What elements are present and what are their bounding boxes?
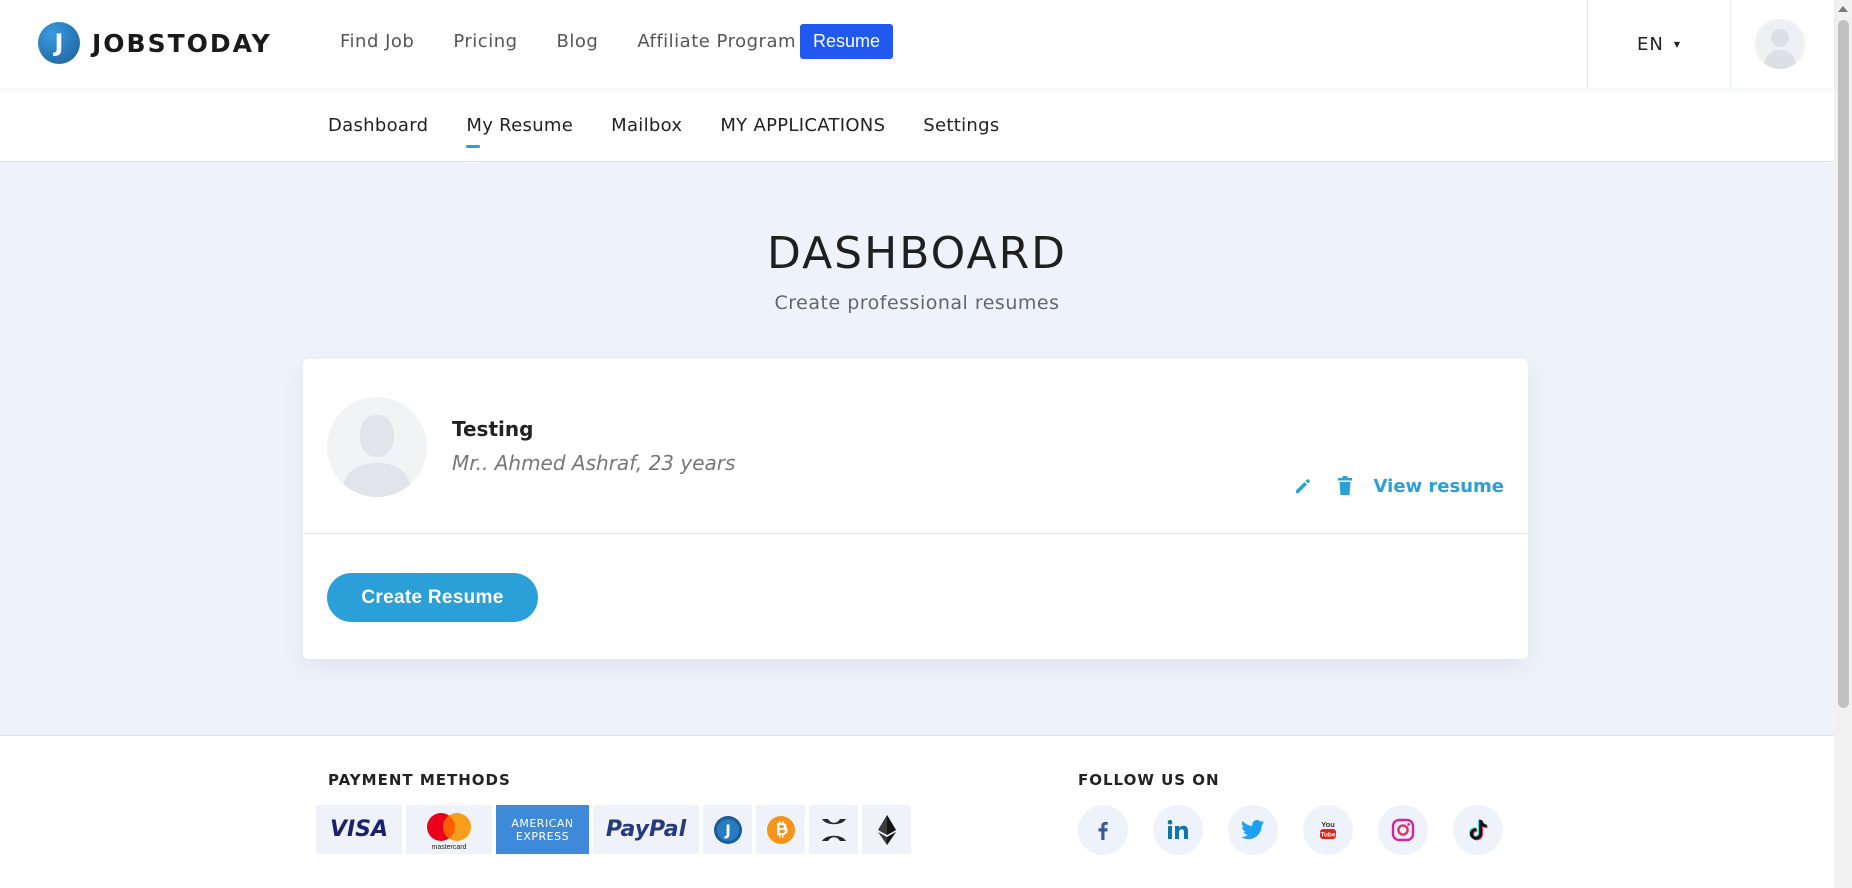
payment-methods-heading: PAYMENT METHODS [328,771,511,789]
resume-card: Testing Mr.. Ahmed Ashraf, 23 years View… [303,359,1528,659]
caret-down-icon: ▼ [1673,39,1681,49]
footer: PAYMENT METHODS VISA mastercard AMERICAN… [0,735,1834,888]
nav-pricing[interactable]: Pricing [453,31,517,52]
user-avatar[interactable] [1755,19,1805,69]
amex-line-2: EXPRESS [515,829,570,843]
resume-button[interactable]: Resume [800,24,894,59]
tab-my-resume[interactable]: My Resume [466,115,573,148]
resume-item: Testing Mr.. Ahmed Ashraf, 23 years View… [303,359,1528,534]
instagram-icon[interactable] [1378,805,1428,855]
scrollbar-thumb[interactable] [1838,20,1849,708]
mastercard-text: mastercard [431,844,466,851]
jobstoday-coin-icon: J [703,805,752,854]
nav-find-job[interactable]: Find Job [340,31,414,52]
ethereum-icon [862,805,911,854]
tab-settings[interactable]: Settings [923,115,999,136]
amex-line-1: AMERICAN [511,816,574,830]
visa-text: VISA [329,817,389,842]
nav-affiliate-program[interactable]: Affiliate Program [637,31,796,52]
twitter-icon[interactable] [1228,805,1278,855]
logo-mark: J [38,22,80,64]
logo-text: JOBSTODAY [92,28,272,58]
paypal-logo: PayPal [593,805,699,854]
sub-navigation: Dashboard My Resume Mailbox MY APPLICATI… [0,88,1834,162]
svg-text:Tube: Tube [1320,832,1335,839]
follow-us-heading: FOLLOW US ON [1078,771,1220,789]
tab-mailbox[interactable]: Mailbox [611,115,682,136]
linkedin-icon[interactable] [1153,805,1203,855]
page-subtitle: Create professional resumes [774,292,1060,314]
nav-blog[interactable]: Blog [557,31,599,52]
tiktok-icon[interactable] [1453,805,1503,855]
mastercard-logo: mastercard [406,805,492,854]
xrp-icon [809,805,858,854]
social-links: You Tube [1078,805,1528,855]
jobstoday-coin-letter: J [724,821,731,839]
svg-text:You: You [1321,820,1335,829]
trash-icon[interactable] [1334,474,1356,498]
facebook-icon[interactable] [1078,805,1128,855]
top-header: J JOBSTODAY Find Job Pricing Blog Affili… [0,0,1834,88]
main-nav: Find Job Pricing Blog Affiliate Program … [340,24,894,59]
bitcoin-icon [756,805,805,854]
resume-avatar [327,397,427,497]
amex-logo: AMERICAN EXPRESS [496,805,589,854]
language-selector[interactable]: EN ▼ [1587,0,1731,88]
create-resume-button[interactable]: Create Resume [327,573,538,622]
view-resume-link[interactable]: View resume [1374,476,1504,497]
tab-dashboard[interactable]: Dashboard [328,115,428,136]
payment-methods: VISA mastercard AMERICAN EXPRESS PayPal … [316,805,915,854]
resume-title[interactable]: Testing [452,417,533,441]
page-scrollbar[interactable] [1834,0,1852,888]
edit-icon[interactable] [1292,474,1314,498]
avatar-silhouette-icon [1763,29,1797,69]
logo[interactable]: J JOBSTODAY [38,22,272,64]
scroll-up-arrow-icon[interactable] [1834,2,1852,16]
page-title: DASHBOARD [766,228,1068,279]
paypal-text: PayPal [605,817,687,842]
tab-my-applications[interactable]: MY APPLICATIONS [720,115,885,136]
resume-actions: View resume [1292,474,1504,498]
visa-logo: VISA [316,805,402,854]
language-label: EN [1637,33,1664,55]
resume-meta: Mr.. Ahmed Ashraf, 23 years [452,451,736,475]
avatar-silhouette-icon [341,415,413,497]
youtube-icon[interactable]: You Tube [1303,805,1353,855]
